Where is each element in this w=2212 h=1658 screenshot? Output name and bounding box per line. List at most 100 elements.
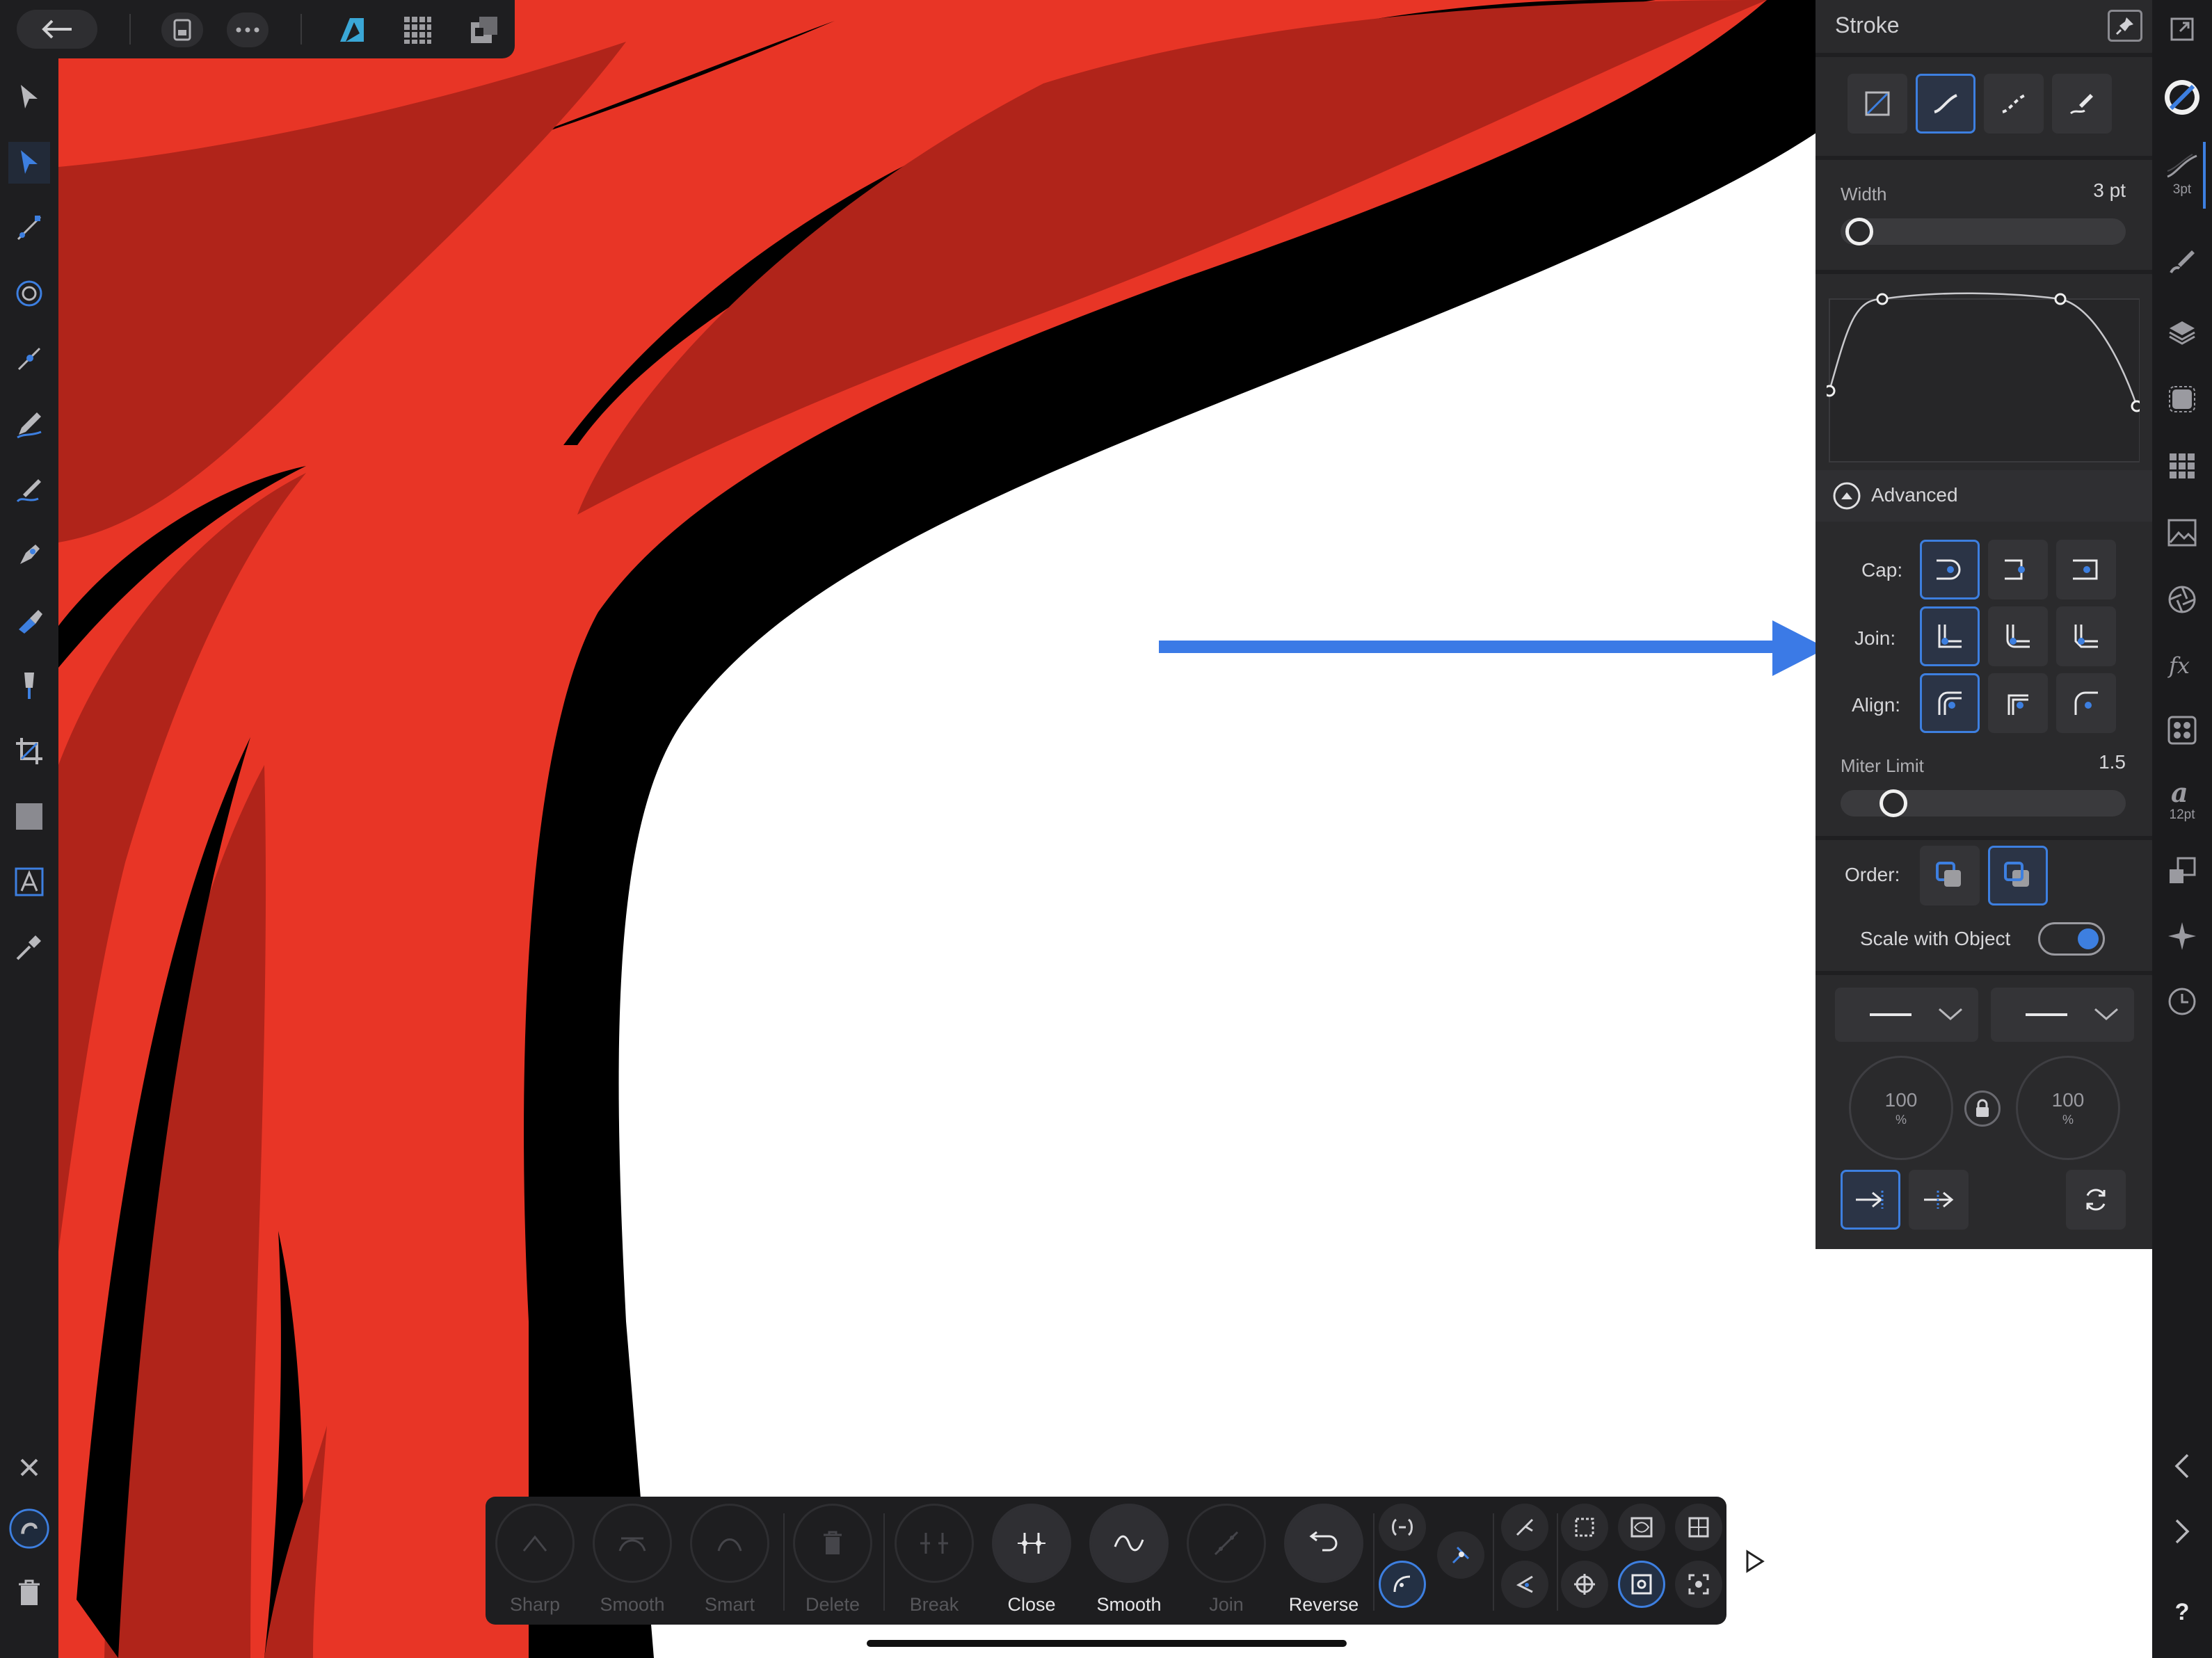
divider: [1816, 53, 2152, 57]
appearance-studio-button[interactable]: [2161, 378, 2203, 420]
round-join-icon: [2006, 625, 2030, 648]
stroke-type-dashed[interactable]: [1984, 74, 2044, 134]
snap-lines-button[interactable]: [1501, 1561, 1548, 1608]
more-button[interactable]: [227, 13, 269, 47]
end-arrowhead-dropdown[interactable]: [1991, 988, 2134, 1042]
corner-tool[interactable]: [8, 273, 50, 314]
pin-panel-button[interactable]: [2108, 10, 2142, 42]
effects-studio-button[interactable]: fx: [2161, 644, 2203, 686]
color-studio-button[interactable]: [2161, 77, 2203, 118]
close-selection-button[interactable]: [8, 1447, 50, 1488]
node-handle-button[interactable]: [1437, 1531, 1484, 1579]
help-button[interactable]: ?: [2161, 1591, 2203, 1633]
canvas-size-button[interactable]: [2161, 8, 2203, 50]
navigator-studio-button[interactable]: [2161, 915, 2203, 957]
transparency-tool[interactable]: [8, 665, 50, 707]
export-persona-button[interactable]: [462, 11, 506, 49]
curve-mode-button[interactable]: [1379, 1561, 1426, 1608]
snap-nodes-button[interactable]: [1501, 1504, 1548, 1551]
swatches-studio-button[interactable]: [2161, 445, 2203, 487]
target-button[interactable]: [1561, 1561, 1608, 1608]
start-arrowhead-scale[interactable]: 100 %: [1849, 1056, 1953, 1160]
join-curves-button[interactable]: Join: [1183, 1504, 1270, 1622]
select-all-nodes-button[interactable]: [1561, 1504, 1608, 1551]
designer-persona-button[interactable]: [330, 11, 374, 49]
text-styles-studio-button[interactable]: a 12pt: [2161, 771, 2203, 830]
transform-mode-button[interactable]: [1379, 1504, 1426, 1551]
document-button[interactable]: [161, 13, 203, 47]
scale-with-object-toggle[interactable]: [2038, 922, 2105, 956]
vector-brush-tool[interactable]: [8, 469, 50, 510]
break-button[interactable]: Break: [890, 1504, 978, 1622]
designer-persona-icon: [340, 18, 364, 42]
pressure-curve-graph[interactable]: [1827, 285, 2140, 463]
align-inside[interactable]: [1988, 673, 2048, 733]
chevron-left-icon: [2174, 1454, 2189, 1479]
delete-layer-button[interactable]: [8, 1572, 50, 1613]
arrowhead-align-inside[interactable]: [1841, 1170, 1900, 1230]
toolbar-expand-button[interactable]: [1739, 1545, 1771, 1577]
sharp-button[interactable]: Sharp: [491, 1504, 579, 1622]
expand-studio-button[interactable]: [2161, 1511, 2203, 1552]
arrowhead-align-outside[interactable]: [1909, 1170, 1969, 1230]
reverse-curve-button[interactable]: Reverse: [1280, 1504, 1368, 1622]
join-miter[interactable]: [1920, 606, 1980, 666]
stroke-studio-button[interactable]: 3pt: [2161, 142, 2206, 209]
text-tool[interactable]: [8, 861, 50, 903]
end-arrowhead-scale[interactable]: 100 %: [2016, 1056, 2120, 1160]
collapse-studio-button[interactable]: [2161, 1445, 2203, 1487]
pen-tool[interactable]: [8, 534, 50, 576]
stroke-type-brush[interactable]: [2052, 74, 2112, 134]
miter-limit-slider-knob[interactable]: [1880, 789, 1907, 817]
width-slider[interactable]: [1841, 218, 2126, 246]
miter-limit-slider[interactable]: [1841, 789, 2126, 817]
color-picker-tool[interactable]: [8, 926, 50, 968]
swap-arrowheads-button[interactable]: [2066, 1170, 2126, 1230]
color-wheel-studio-button[interactable]: [2161, 579, 2203, 620]
point-transform-tool[interactable]: [8, 338, 50, 380]
history-studio-button[interactable]: [2161, 981, 2203, 1022]
smooth-curve-button[interactable]: Smooth: [1085, 1504, 1173, 1622]
join-bevel[interactable]: [2056, 606, 2116, 666]
pencil-tool[interactable]: [8, 403, 50, 445]
join-round[interactable]: [1988, 606, 2048, 666]
smooth-node-button[interactable]: Smooth: [588, 1504, 676, 1622]
assets-studio-button[interactable]: [2161, 512, 2203, 554]
move-tool[interactable]: [8, 77, 50, 118]
snapping-button[interactable]: [8, 1508, 50, 1550]
close-curve-button[interactable]: Close: [988, 1504, 1075, 1622]
align-outside[interactable]: [2056, 673, 2116, 733]
symbols-icon: [2167, 716, 2197, 745]
contour-tool[interactable]: [8, 207, 50, 249]
cap-square[interactable]: [2056, 540, 2116, 599]
join-label: Join:: [1854, 627, 1896, 649]
rectangle-tool[interactable]: [8, 796, 50, 837]
show-handles-button[interactable]: [1618, 1504, 1665, 1551]
crop-tool[interactable]: [8, 730, 50, 772]
symbols-studio-button[interactable]: [2161, 709, 2203, 751]
smart-button[interactable]: Smart: [686, 1504, 774, 1622]
advanced-header[interactable]: Advanced: [1816, 470, 2152, 522]
node-tool[interactable]: [8, 142, 50, 184]
delete-node-button[interactable]: Delete: [789, 1504, 876, 1622]
pixel-persona-button[interactable]: [395, 11, 440, 49]
order-in-front[interactable]: [1988, 846, 2048, 906]
transform-studio-button[interactable]: [2161, 850, 2203, 892]
lock-scale-button[interactable]: [1964, 1090, 2001, 1127]
brushes-studio-button[interactable]: [2161, 241, 2203, 282]
order-behind-fill[interactable]: [1920, 846, 1980, 906]
fill-tool[interactable]: [8, 599, 50, 641]
node-transform-button[interactable]: [1618, 1561, 1665, 1608]
start-arrowhead-dropdown[interactable]: [1835, 988, 1978, 1042]
stroke-type-none[interactable]: [1848, 74, 1907, 134]
end-scale-value: 100: [2051, 1088, 2085, 1111]
align-nodes-button[interactable]: [1675, 1504, 1722, 1551]
stroke-type-solid[interactable]: [1916, 74, 1975, 134]
fit-selection-button[interactable]: [1675, 1561, 1722, 1608]
align-center[interactable]: [1920, 673, 1980, 733]
width-slider-knob[interactable]: [1845, 218, 1873, 246]
cap-butt[interactable]: [1988, 540, 2048, 599]
cap-round[interactable]: [1920, 540, 1980, 599]
back-button[interactable]: [17, 10, 97, 49]
layers-studio-button[interactable]: [2161, 312, 2203, 353]
